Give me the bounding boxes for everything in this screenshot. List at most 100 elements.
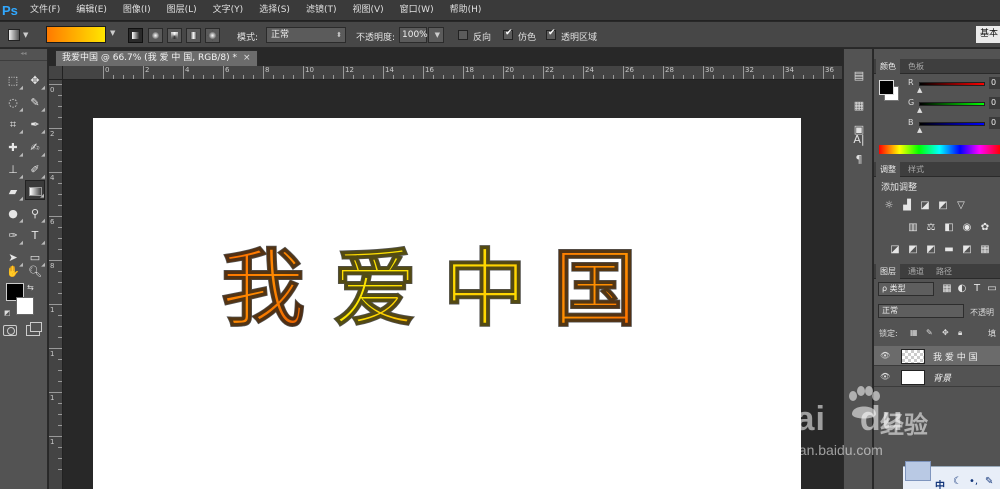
selective-color-icon[interactable]: ◩ xyxy=(961,244,973,256)
mode-select[interactable]: 正常 ⬍ xyxy=(266,27,346,43)
lasso-tool-icon[interactable]: ◌ ◢ xyxy=(3,93,23,113)
crop-tool-icon[interactable]: ⌗ ◢ xyxy=(3,115,23,135)
color-spectrum[interactable] xyxy=(879,145,1000,154)
pixel-filter-icon[interactable]: ▦ xyxy=(941,283,953,295)
channel-mixer-icon[interactable]: ✿ xyxy=(979,222,991,234)
close-icon[interactable]: × xyxy=(243,53,251,63)
tab-channels[interactable]: 通道 xyxy=(904,264,928,279)
lock-position-icon[interactable]: ✥ xyxy=(942,328,949,337)
linear-gradient-button[interactable] xyxy=(128,28,143,43)
tab-layers[interactable]: 图层 xyxy=(876,264,900,279)
menu-item[interactable]: 图层(L) xyxy=(159,0,205,21)
default-colors-icon[interactable]: ◩ xyxy=(4,309,11,317)
swap-colors-icon[interactable]: ⇆ xyxy=(27,283,34,292)
vibrance-icon[interactable]: ▽ xyxy=(955,200,967,212)
ruler-origin[interactable] xyxy=(49,66,63,80)
slider-thumb-icon[interactable]: ▲ xyxy=(917,106,922,114)
menu-item[interactable]: 窗口(W) xyxy=(392,0,442,21)
history-panel-icon[interactable]: ▤ xyxy=(849,67,869,85)
gradient-picker-arrow-icon[interactable]: ▼ xyxy=(110,29,115,37)
gradient-map-icon[interactable]: ▬ xyxy=(943,244,955,256)
slider-value-input[interactable]: 0 xyxy=(989,97,1000,109)
wrench-icon[interactable]: ✎ xyxy=(985,476,993,487)
angle-gradient-button[interactable] xyxy=(167,28,182,43)
color-lookup-icon[interactable]: ▦ xyxy=(979,244,991,256)
transparency-checkbox[interactable] xyxy=(546,28,556,40)
hue-saturation-icon[interactable]: ▥ xyxy=(907,222,919,234)
layer-kind-filter[interactable]: ρ 类型 xyxy=(878,282,934,296)
menu-item[interactable]: 视图(V) xyxy=(344,0,391,21)
quick-mask-icon[interactable] xyxy=(3,325,17,336)
zoom-tool-icon[interactable]: 🔍︎ xyxy=(25,262,45,282)
clone-stamp-tool-icon[interactable]: ⊥ ◢ xyxy=(3,160,23,180)
levels-icon[interactable]: ▟ xyxy=(901,200,913,212)
document-tab[interactable]: 我爱中国 @ 66.7% (我 爱 中 国, RGB/8) * × xyxy=(55,50,258,66)
reflected-gradient-button[interactable] xyxy=(186,28,201,43)
dither-checkbox[interactable] xyxy=(503,28,513,40)
hand-tool-icon[interactable]: ✋ xyxy=(3,262,23,282)
color-slider[interactable] xyxy=(919,82,985,86)
ime-language-button[interactable]: 中 xyxy=(935,477,945,489)
exposure-icon[interactable]: ◩ xyxy=(937,200,949,212)
type-filter-icon[interactable]: T xyxy=(971,283,983,295)
vertical-ruler[interactable]: 0 2 4 6 8 1 1 1 1 xyxy=(49,80,63,489)
curves-icon[interactable]: ◪ xyxy=(919,200,931,212)
eyedropper-tool-icon[interactable]: ✒ ◢ xyxy=(25,115,45,135)
lock-transparent-icon[interactable]: ▦ xyxy=(910,328,918,337)
brush-tool-icon[interactable]: ✍ ◢ xyxy=(25,138,45,158)
menu-item[interactable]: 文件(F) xyxy=(22,0,68,21)
menu-item[interactable]: 滤镜(T) xyxy=(298,0,345,21)
avatar[interactable] xyxy=(905,461,931,481)
moon-icon[interactable]: ☾ xyxy=(953,476,962,487)
document-canvas[interactable]: 我我爱爱中中国国 xyxy=(93,118,801,489)
slider-thumb-icon[interactable]: ▲ xyxy=(917,126,922,134)
lock-paint-icon[interactable]: ✎ xyxy=(926,328,933,337)
layer-row[interactable]: 👁︎ 背景 xyxy=(874,367,1000,387)
gradient-swatch[interactable] xyxy=(46,26,106,43)
type-tool-icon[interactable]: T ◢ xyxy=(25,226,45,246)
gradient-tool-icon[interactable]: ◢ xyxy=(25,180,45,200)
black-white-icon[interactable]: ◧ xyxy=(943,222,955,234)
history-brush-tool-icon[interactable]: ✐ ◢ xyxy=(25,160,45,180)
tab-swatches[interactable]: 色板 xyxy=(904,59,928,74)
slider-value-input[interactable]: 0 xyxy=(989,77,1000,89)
character-panel-icon[interactable]: A| xyxy=(849,131,869,149)
lock-all-icon[interactable]: 🔒︎ xyxy=(958,328,962,338)
properties-panel-icon[interactable]: ▦ xyxy=(849,97,869,115)
eraser-tool-icon[interactable]: ▰ ◢ xyxy=(3,182,23,202)
diamond-gradient-button[interactable] xyxy=(205,28,220,43)
blur-tool-icon[interactable]: ● ◢ xyxy=(3,204,23,224)
menu-item[interactable]: 帮助(H) xyxy=(442,0,490,21)
punctuation-icon[interactable]: •, xyxy=(969,476,978,487)
brightness-icon[interactable]: ☼ xyxy=(883,200,895,212)
opacity-dropdown[interactable]: ▼ xyxy=(428,27,444,43)
marquee-tool-icon[interactable]: ⬚ ◢ xyxy=(3,71,23,91)
color-balance-icon[interactable]: ⚖ xyxy=(925,222,937,234)
move-tool-icon[interactable]: ✥ ◢ xyxy=(25,71,45,91)
blend-mode-select[interactable]: 正常 xyxy=(878,304,964,318)
eye-icon[interactable]: 👁︎ xyxy=(880,351,890,360)
eye-icon[interactable]: 👁︎ xyxy=(880,372,890,381)
tab-color[interactable]: 颜色 xyxy=(876,59,900,74)
workspace-button[interactable]: 基本 xyxy=(976,26,1000,43)
panel-foreground-color[interactable] xyxy=(879,80,894,95)
shape-filter-icon[interactable]: ▭ xyxy=(986,283,998,295)
screen-mode-icon[interactable] xyxy=(26,322,42,336)
healing-brush-tool-icon[interactable]: ✚ ◢ xyxy=(3,138,23,158)
reverse-checkbox[interactable] xyxy=(458,30,468,40)
menu-item[interactable]: 选择(S) xyxy=(251,0,298,21)
threshold-icon[interactable]: ◩ xyxy=(925,244,937,256)
slider-value-input[interactable]: 0 xyxy=(989,117,1000,129)
adjustment-filter-icon[interactable]: ◐ xyxy=(956,283,968,295)
background-color-swatch[interactable] xyxy=(16,297,34,315)
menu-item[interactable]: 文字(Y) xyxy=(205,0,252,21)
paragraph-panel-icon[interactable]: ¶ xyxy=(849,151,869,169)
slider-thumb-icon[interactable]: ▲ xyxy=(917,86,922,94)
menu-item[interactable]: 编辑(E) xyxy=(68,0,115,21)
color-slider[interactable] xyxy=(919,122,985,126)
horizontal-ruler[interactable]: 0 2 4 6 8 10 12 14 16 18 20 22 24 26 28 30 32 34 36 xyxy=(63,66,854,80)
panel-grip[interactable]: ◂◂ xyxy=(0,49,47,61)
dodge-tool-icon[interactable]: ⚲ ◢ xyxy=(25,204,45,224)
color-slider[interactable] xyxy=(919,102,985,106)
opacity-input[interactable]: 100% xyxy=(399,27,428,43)
